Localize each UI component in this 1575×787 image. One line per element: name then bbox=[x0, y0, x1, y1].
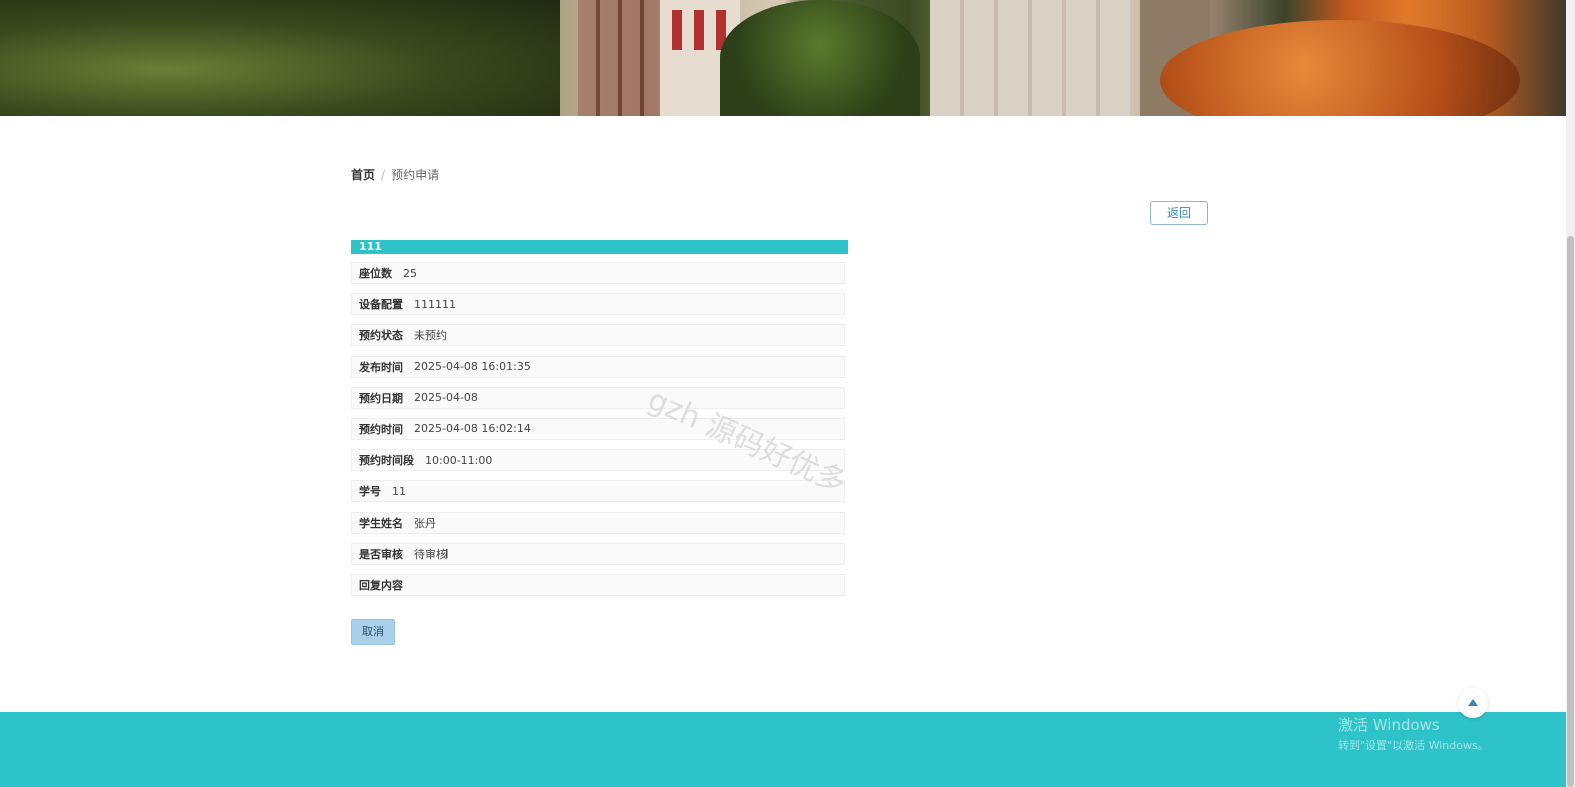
detail-value: 张丹 bbox=[414, 516, 436, 530]
detail-label: 学号 bbox=[359, 485, 381, 499]
detail-row-equipment: 设备配置 111111 bbox=[351, 293, 845, 316]
back-button[interactable]: 返回 bbox=[1150, 201, 1208, 225]
detail-row-seats: 座位数 25 bbox=[351, 262, 845, 284]
detail-label: 座位数 bbox=[359, 267, 392, 280]
windows-activation-notice: 激活 Windows 转到"设置"以激活 Windows。 bbox=[1338, 714, 1489, 753]
detail-value: 2025-04-08 16:02:14 bbox=[414, 422, 531, 436]
activation-title: 激活 Windows bbox=[1338, 716, 1440, 734]
detail-value: 未预约 bbox=[414, 329, 447, 343]
detail-value: 10:00-11:00 bbox=[425, 453, 493, 467]
detail-label: 预约时间 bbox=[359, 422, 403, 436]
detail-label: 预约日期 bbox=[359, 391, 403, 405]
detail-value: 11 bbox=[392, 484, 406, 498]
autumn-tree bbox=[1160, 20, 1520, 116]
footer bbox=[0, 712, 1566, 787]
back-to-top-button[interactable] bbox=[1458, 688, 1488, 718]
tree-center bbox=[720, 0, 920, 116]
building-brick bbox=[578, 0, 658, 116]
building-right bbox=[930, 0, 1130, 116]
detail-value: 待审核 bbox=[414, 547, 447, 561]
detail-label: 学生姓名 bbox=[359, 516, 403, 530]
breadcrumb-home[interactable]: 首页 bbox=[351, 168, 375, 182]
hero-banner bbox=[0, 0, 1566, 116]
text-cursor-icon: I bbox=[445, 546, 449, 561]
detail-label: 预约时间段 bbox=[359, 454, 414, 468]
scrollbar-thumb[interactable] bbox=[1567, 236, 1574, 787]
breadcrumb-separator: / bbox=[381, 168, 386, 182]
detail-row-review: 是否审核 待审核 I bbox=[351, 542, 845, 565]
detail-label: 设备配置 bbox=[359, 298, 403, 312]
detail-label: 预约状态 bbox=[359, 329, 403, 343]
activation-subtitle: 转到"设置"以激活 Windows。 bbox=[1338, 739, 1489, 752]
detail-title: 111 bbox=[351, 240, 848, 254]
breadcrumb-current: 预约申请 bbox=[391, 168, 440, 182]
detail-row-student-id: 学号 11 bbox=[351, 480, 845, 503]
breadcrumb: 首页 / 预约申请 bbox=[351, 166, 439, 183]
detail-value: 111111 bbox=[414, 297, 456, 311]
cancel-button[interactable]: 取消 bbox=[351, 619, 395, 645]
detail-row-reply: 回复内容 bbox=[351, 573, 845, 596]
scrollbar[interactable] bbox=[1566, 0, 1575, 787]
detail-row-status: 预约状态 未预约 bbox=[351, 324, 845, 347]
detail-value: 25 bbox=[403, 266, 417, 280]
detail-value: 2025-04-08 bbox=[414, 391, 478, 405]
detail-row-student-name: 学生姓名 张丹 bbox=[351, 511, 845, 534]
detail-label: 回复内容 bbox=[359, 578, 403, 592]
trees-left bbox=[0, 0, 560, 116]
detail-row-booking-date: 预约日期 2025-04-08 bbox=[351, 386, 845, 409]
detail-label: 是否审核 bbox=[359, 547, 403, 561]
detail-row-publish-time: 发布时间 2025-04-08 16:01:35 bbox=[351, 355, 845, 378]
detail-label: 发布时间 bbox=[359, 360, 403, 374]
detail-value: 2025-04-08 16:01:35 bbox=[414, 360, 531, 374]
